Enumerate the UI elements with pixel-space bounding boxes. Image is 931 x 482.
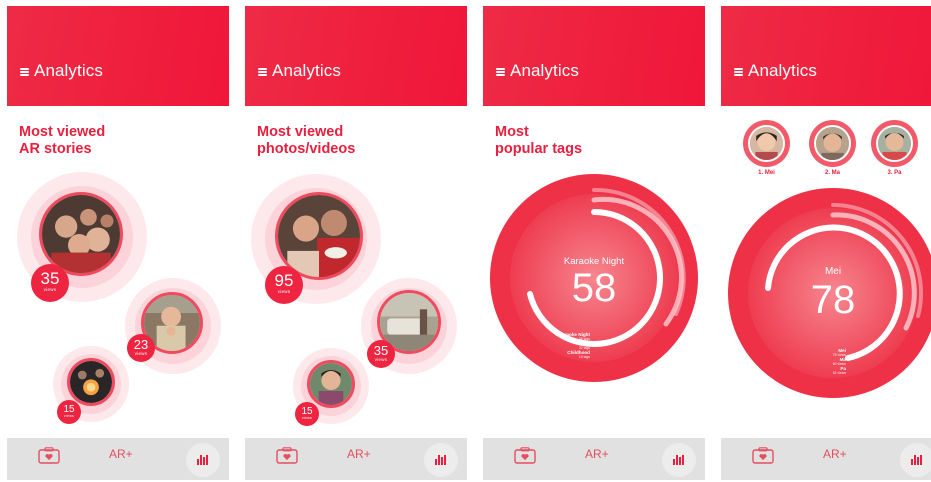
page-title: Analytics: [510, 61, 579, 80]
tab-ar-plus[interactable]: AR+: [109, 447, 133, 461]
views-badge: 15 views: [295, 402, 319, 426]
tab-analytics[interactable]: [424, 443, 458, 477]
app-header: Analytics: [721, 6, 931, 106]
tab-analytics[interactable]: [900, 443, 931, 477]
donut-legend: Karaoke Night 58 tags CNY 32 tags Childh…: [558, 332, 590, 359]
story-bubble[interactable]: 15 views: [53, 346, 129, 424]
views-badge: 15 views: [57, 400, 81, 424]
bar-chart-icon: [435, 455, 447, 465]
views-badge: 23 views: [127, 334, 155, 362]
tab-analytics[interactable]: [186, 443, 220, 477]
media-thumbnail: [307, 360, 355, 408]
tags-donut[interactable]: Karaoke Night 58 Karaoke Night 58 tags C…: [490, 174, 698, 382]
section-title: Most viewed photos/videos: [257, 124, 356, 157]
tab-ar-plus[interactable]: AR+: [347, 447, 371, 461]
avatar[interactable]: [743, 120, 790, 167]
camera-heart-icon[interactable]: [276, 447, 298, 464]
views-badge: 95 views: [265, 266, 303, 304]
screen-most-popular-tags: Analytics Most popular tags Karaoke Nigh…: [483, 6, 705, 480]
screen-most-viewed-ar-stories: Analytics Most viewed AR stories 35 view…: [7, 6, 229, 480]
app-header: Analytics: [7, 6, 229, 106]
media-bubble[interactable]: 15 views: [293, 348, 369, 426]
bar-chart-icon: [673, 455, 685, 465]
donut-value: 78: [810, 278, 856, 322]
section-title: Most popular tags: [495, 124, 583, 157]
tab-ar-plus[interactable]: AR+: [585, 447, 609, 461]
story-bubble[interactable]: 23 views: [125, 278, 221, 374]
donut-label: Mei: [824, 266, 842, 277]
tab-analytics[interactable]: [662, 443, 696, 477]
section-title: Most viewed AR stories: [19, 124, 106, 157]
avatar[interactable]: [871, 120, 918, 167]
app-header: Analytics: [483, 6, 705, 106]
app-header: Analytics: [245, 6, 467, 106]
camera-heart-icon[interactable]: [514, 447, 536, 464]
bottom-tab-bar: AR+: [7, 438, 229, 480]
camera-heart-icon[interactable]: [752, 447, 774, 464]
people-donut[interactable]: Mei 78 Mei 78 views Ma 60 views Pa 52 vi…: [728, 188, 931, 398]
camera-heart-icon[interactable]: [38, 447, 60, 464]
menu-icon[interactable]: [20, 68, 29, 76]
donut-value: 58: [571, 266, 617, 310]
story-bubble[interactable]: 35 views: [17, 172, 147, 302]
bottom-tab-bar: AR+: [245, 438, 467, 480]
story-thumbnail: [67, 358, 115, 406]
media-bubble[interactable]: 95 views: [251, 174, 381, 304]
screen-top-people: Analytics 1. Mei 2. Ma 3. Pa Mei 78 Mei …: [721, 6, 931, 480]
menu-icon[interactable]: [734, 68, 743, 76]
avatar-label: 1. Mei: [758, 170, 775, 176]
bar-chart-icon: [197, 455, 209, 465]
views-badge: 35 views: [367, 340, 395, 368]
tab-ar-plus[interactable]: AR+: [823, 447, 847, 461]
avatar-label: 3. Pa: [887, 170, 902, 176]
screen-most-viewed-photos-videos: Analytics Most viewed photos/videos 95 v…: [245, 6, 467, 480]
donut-legend: Mei 78 views Ma 60 views Pa 52 views: [832, 348, 846, 375]
menu-icon[interactable]: [258, 68, 267, 76]
bottom-tab-bar: AR+: [721, 438, 931, 480]
avatar-label: 2. Ma: [824, 170, 840, 176]
page-title: Analytics: [748, 61, 817, 80]
page-title: Analytics: [272, 61, 341, 80]
avatar[interactable]: [809, 120, 856, 167]
bar-chart-icon: [911, 455, 923, 465]
views-badge: 35 views: [31, 264, 69, 302]
bottom-tab-bar: AR+: [483, 438, 705, 480]
menu-icon[interactable]: [496, 68, 505, 76]
page-title: Analytics: [34, 61, 103, 80]
media-bubble[interactable]: 35 views: [361, 278, 457, 374]
